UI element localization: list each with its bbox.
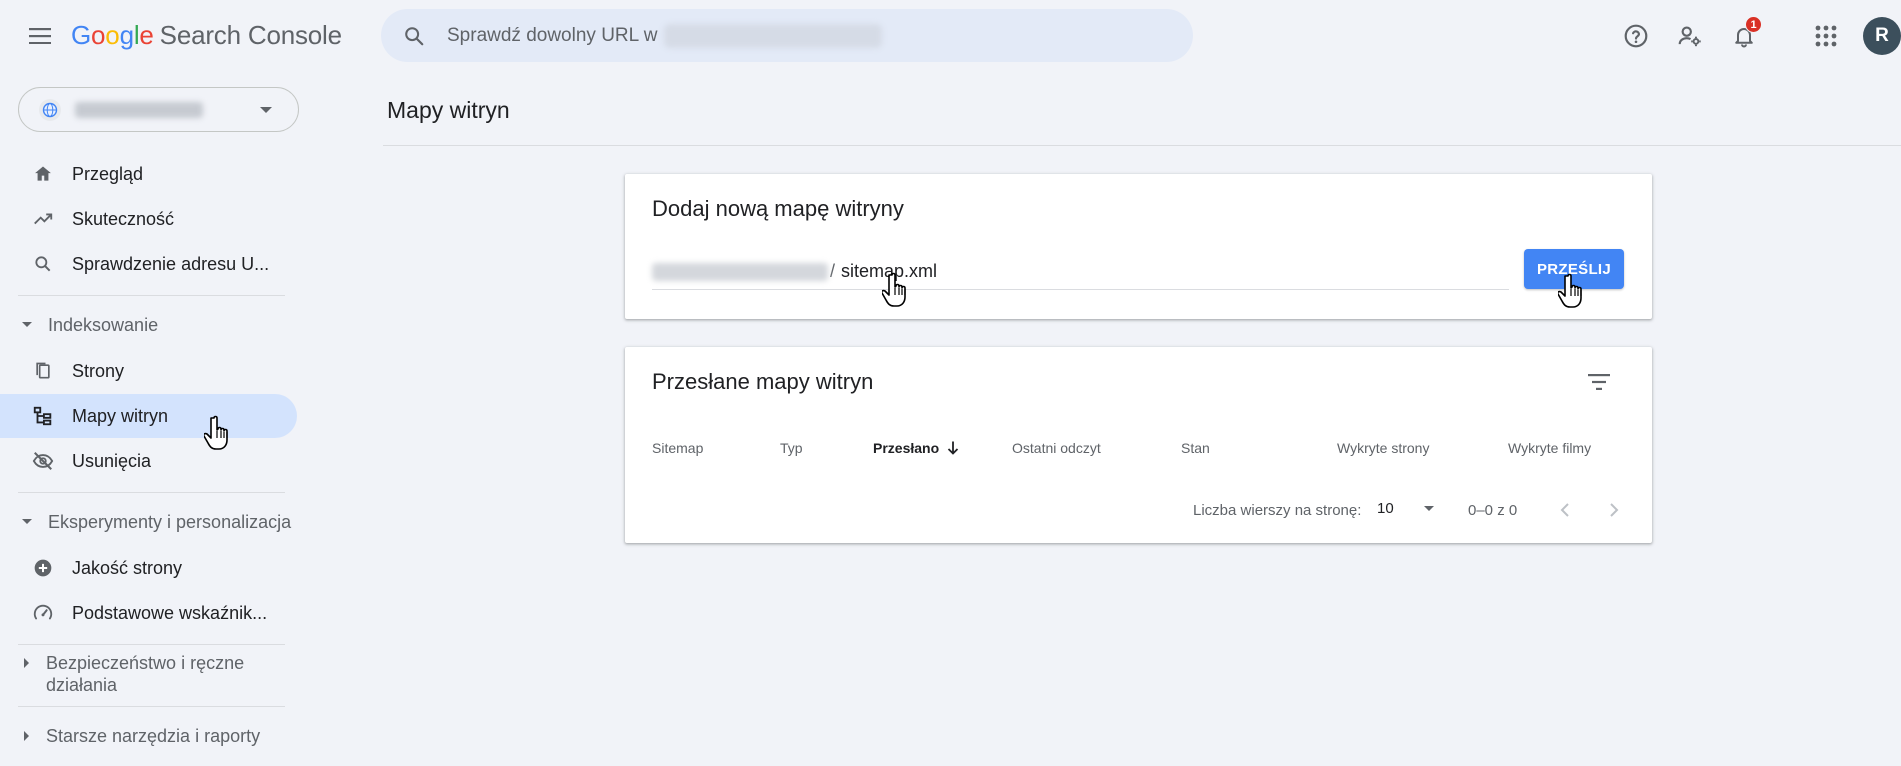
blurred-domain-prefix — [652, 262, 828, 281]
previous-page-icon[interactable] — [1550, 495, 1580, 525]
account-avatar[interactable]: R — [1863, 17, 1901, 55]
column-header-submitted[interactable]: Przesłano — [873, 440, 959, 458]
sitemap-icon — [31, 404, 55, 428]
expand-arrow-icon — [24, 731, 29, 741]
column-header-discovered-videos[interactable]: Wykryte filmy — [1508, 440, 1591, 456]
blurred-property-name — [75, 101, 203, 118]
sidebar-item-removals[interactable]: Usunięcia — [0, 439, 297, 483]
rows-per-page-select[interactable]: 10 — [1377, 500, 1434, 517]
section-label: Indeksowanie — [48, 315, 159, 335]
pagination-range: 0–0 z 0 — [1468, 502, 1518, 519]
search-icon — [399, 21, 429, 51]
path-separator: / — [830, 261, 836, 281]
notification-badge: 1 — [1745, 16, 1762, 33]
card-title: Dodaj nową mapę witryny — [652, 196, 904, 221]
sidebar-divider — [18, 492, 285, 493]
sidebar-item-label: Usunięcia — [72, 450, 152, 471]
section-label: Bezpieczeństwo i ręczne działania — [46, 653, 245, 695]
sidebar-item-url-inspection[interactable]: Sprawdzenie adresu U... — [0, 242, 297, 286]
sidebar-item-label: Mapy witryn — [72, 405, 169, 426]
top-bar: Google Search Console Sprawdź dowolny URL… — [0, 0, 1901, 72]
url-inspection-search[interactable]: Sprawdź dowolny URL w — [381, 9, 1193, 62]
rows-per-page-label: Liczba wierszy na stronę: — [1193, 502, 1362, 519]
card-title: Przesłane mapy witryn — [652, 369, 874, 394]
sidebar-divider — [18, 295, 285, 296]
sidebar-divider — [18, 644, 285, 645]
section-legacy-tools[interactable]: Starsze narzędzia i raporty — [20, 725, 306, 747]
column-header-status[interactable]: Stan — [1181, 440, 1210, 456]
sidebar-item-page-experience[interactable]: Jakość strony — [0, 546, 297, 590]
trending-up-icon — [31, 207, 55, 231]
sidebar-item-pages[interactable]: Strony — [0, 349, 297, 393]
sidebar-item-label: Podstawowe wskaźnik... — [72, 602, 268, 623]
apps-grid-icon[interactable] — [1808, 18, 1844, 54]
search-console-logo[interactable]: Google Search Console — [71, 20, 342, 51]
add-circle-icon — [31, 556, 55, 580]
help-icon[interactable] — [1618, 18, 1654, 54]
collapse-arrow-icon — [22, 322, 32, 327]
sidebar-item-core-web-vitals[interactable]: Podstawowe wskaźnik... — [0, 591, 297, 635]
sidebar-item-label: Jakość strony — [72, 557, 183, 578]
blurred-property-url — [663, 23, 882, 48]
sidebar-item-label: Strony — [72, 360, 125, 381]
column-header-discovered-pages[interactable]: Wykryte strony — [1337, 440, 1429, 456]
sidebar-item-sitemaps[interactable]: Mapy witryn — [0, 394, 297, 438]
home-icon — [31, 162, 55, 186]
column-header-sitemap[interactable]: Sitemap — [652, 440, 703, 456]
add-sitemap-card: Dodaj nową mapę witryny / sitemap.xml PR… — [625, 174, 1652, 319]
speed-gauge-icon — [31, 601, 55, 625]
column-header-last-read[interactable]: Ostatni odczyt — [1012, 440, 1101, 456]
column-header-type[interactable]: Typ — [780, 440, 803, 456]
expand-arrow-icon — [24, 658, 29, 668]
next-page-icon[interactable] — [1599, 495, 1629, 525]
sidebar-item-label: Przegląd — [72, 163, 144, 184]
sidebar-item-label: Skuteczność — [72, 208, 175, 229]
pages-icon — [31, 359, 55, 383]
visibility-off-icon — [31, 449, 55, 473]
search-icon — [31, 252, 55, 276]
sitemap-url-input[interactable]: / sitemap.xml — [652, 254, 1509, 290]
rows-per-page-value: 10 — [1377, 500, 1394, 517]
page-title: Mapy witryn — [387, 97, 510, 123]
collapse-arrow-icon — [22, 519, 32, 524]
section-label: Eksperymenty i personalizacja — [48, 512, 292, 532]
sidebar-item-label: Sprawdzenie adresu U... — [72, 253, 270, 274]
hamburger-menu-icon[interactable] — [22, 18, 58, 54]
sitemap-input-value[interactable]: sitemap.xml — [841, 261, 937, 282]
globe-icon — [39, 98, 61, 121]
manage-users-icon[interactable] — [1672, 18, 1708, 54]
section-experiments[interactable]: Eksperymenty i personalizacja — [20, 511, 308, 533]
sidebar-item-overview[interactable]: Przegląd — [0, 152, 297, 196]
section-label: Starsze narzędzia i raporty — [46, 726, 261, 746]
notifications-bell-icon[interactable]: 1 — [1726, 16, 1762, 54]
search-placeholder: Sprawdź dowolny URL w — [447, 24, 658, 46]
dropdown-caret-icon — [1423, 506, 1434, 511]
submit-sitemap-button[interactable]: PRZEŚLIJ — [1524, 249, 1624, 289]
sidebar-item-performance[interactable]: Skuteczność — [0, 197, 297, 241]
submitted-sitemaps-card: Przesłane mapy witryn Sitemap Typ Przesł… — [625, 347, 1652, 543]
header-divider — [383, 145, 1901, 146]
dropdown-caret-icon — [260, 107, 272, 113]
sidebar-divider — [18, 706, 285, 707]
section-indexing[interactable]: Indeksowanie — [20, 314, 268, 336]
sort-descending-icon — [947, 441, 959, 458]
filter-icon[interactable] — [1584, 367, 1614, 397]
section-security[interactable]: Bezpieczeństwo i ręczne działania — [20, 652, 276, 696]
property-selector[interactable] — [18, 87, 299, 132]
